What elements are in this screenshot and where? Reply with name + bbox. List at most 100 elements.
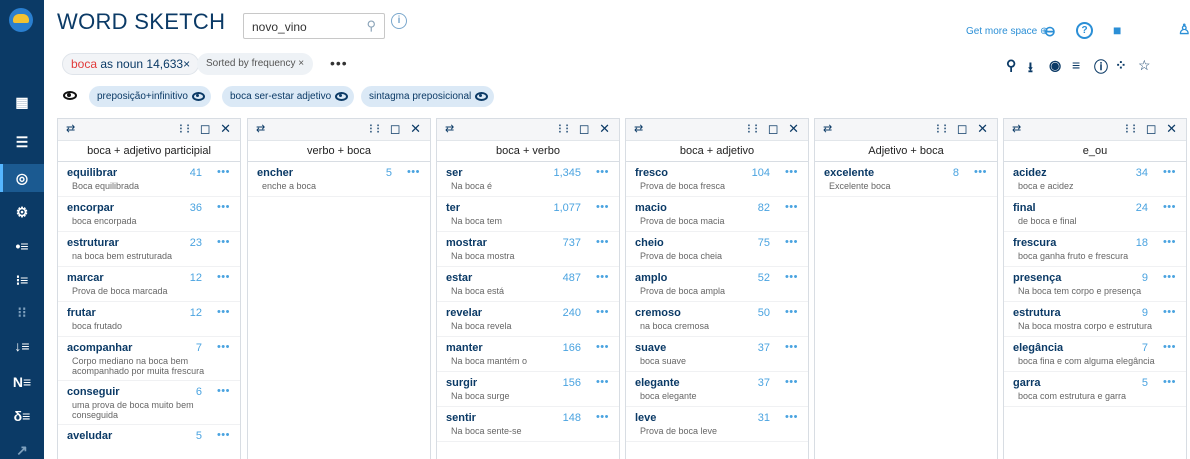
collocations-icon[interactable]: ↗ [0, 436, 44, 459]
help-icon[interactable]: ? [1076, 22, 1093, 39]
collocate-word[interactable]: elegante [635, 377, 680, 389]
frequency-count[interactable]: 75 [758, 237, 770, 249]
eye-icon[interactable] [335, 91, 349, 101]
row-more-button[interactable]: ••• [596, 236, 609, 248]
column-controls-icons[interactable]: ⁝⁝ ◻ ✕ [747, 121, 802, 137]
collocate-word[interactable]: acompanhar [67, 342, 132, 354]
user-icon[interactable]: ♙ [1178, 21, 1190, 38]
search-icon[interactable]: ⚲ [366, 18, 376, 34]
collocation-row[interactable]: acompanhar 7 ••• Corpo mediano na boca bem … [58, 337, 240, 381]
collocate-word[interactable]: leve [635, 412, 656, 424]
frequency-count[interactable]: 156 [563, 377, 581, 389]
visibility-toggle-icon[interactable] [63, 91, 77, 100]
collocation-row[interactable]: cremoso 50 ••• na boca cremosa [626, 302, 808, 337]
row-more-button[interactable]: ••• [785, 201, 798, 213]
collocation-row[interactable]: sentir 148 ••• Na boca sente-se [437, 407, 619, 442]
collocation-row[interactable]: encorpar 36 ••• boca encorpada [58, 197, 240, 232]
collocate-word[interactable]: equilibrar [67, 167, 117, 179]
collocation-row[interactable]: garra 5 ••• boca com estrutura e garra [1004, 372, 1186, 407]
collocation-row[interactable]: conseguir 6 ••• uma prova de boca muito bem… [58, 381, 240, 425]
collocate-word[interactable]: marcar [67, 272, 104, 284]
row-more-button[interactable]: ••• [785, 376, 798, 388]
swap-icon[interactable]: ⇄ [1012, 122, 1021, 135]
trends-icon[interactable]: δ≡ [0, 402, 44, 430]
row-more-button[interactable]: ••• [596, 306, 609, 318]
download-icon[interactable]: ⭳ [1028, 57, 1033, 81]
collocate-word[interactable]: ter [446, 202, 460, 214]
collocation-row[interactable]: amplo 52 ••• Prova de boca ampla [626, 267, 808, 302]
sort-chip[interactable]: Sorted by frequency × [197, 53, 314, 75]
collocation-row[interactable]: estrutura 9 ••• Na boca mostra corpo e estr… [1004, 302, 1186, 337]
filter-icon[interactable]: ≡ [1072, 57, 1080, 73]
cluster-icon[interactable]: ⁘ [1115, 57, 1127, 74]
row-more-button[interactable]: ••• [596, 411, 609, 423]
collocate-word[interactable]: presença [1013, 272, 1061, 284]
zoom-icon[interactable]: ⚲ [1006, 57, 1016, 74]
collocate-word[interactable]: frescura [1013, 237, 1056, 249]
collocation-row[interactable]: ser 1,345 ••• Na boca é [437, 162, 619, 197]
parallel-icon[interactable]: ⁝⁝ [0, 298, 44, 326]
frequency-count[interactable]: 8 [953, 167, 959, 179]
collocation-row[interactable]: suave 37 ••• boca suave [626, 337, 808, 372]
row-more-button[interactable]: ••• [1163, 271, 1176, 283]
thesaurus-icon[interactable]: ⚙ [0, 198, 44, 226]
collocate-word[interactable]: encorpar [67, 202, 114, 214]
eye-icon[interactable]: ◉ [1049, 57, 1061, 74]
frequency-count[interactable]: 104 [752, 167, 770, 179]
frequency-count[interactable]: 37 [758, 377, 770, 389]
collocate-word[interactable]: frutar [67, 307, 96, 319]
frequency-count[interactable]: 18 [1136, 237, 1148, 249]
collocation-row[interactable]: final 24 ••• de boca e final [1004, 197, 1186, 232]
filter-chip-sintagma-preposicional[interactable]: sintagma preposicional [361, 86, 495, 107]
collocation-row[interactable]: leve 31 ••• Prova de boca leve [626, 407, 808, 442]
dashboard-icon[interactable]: ▦ [0, 88, 44, 116]
collocate-word[interactable]: suave [635, 342, 666, 354]
frequency-count[interactable]: 7 [196, 342, 202, 354]
frequency-count[interactable]: 37 [758, 342, 770, 354]
swap-icon[interactable]: ⇄ [823, 122, 832, 135]
row-more-button[interactable]: ••• [217, 306, 230, 318]
collocate-word[interactable]: excelente [824, 167, 874, 179]
frequency-count[interactable]: 6 [196, 386, 202, 398]
collocation-row[interactable]: presença 9 ••• Na boca tem corpo e presença [1004, 267, 1186, 302]
collocation-row[interactable]: acidez 34 ••• boca e acidez [1004, 162, 1186, 197]
collocate-word[interactable]: conseguir [67, 386, 120, 398]
row-more-button[interactable]: ••• [1163, 306, 1176, 318]
info-icon[interactable]: ⓘ [1094, 57, 1108, 77]
collocation-row[interactable]: cheio 75 ••• Prova de boca cheia [626, 232, 808, 267]
column-controls-icons[interactable]: ⁝⁝ ◻ ✕ [369, 121, 424, 137]
row-more-button[interactable]: ••• [785, 166, 798, 178]
get-more-space-link[interactable]: Get more space ⊕ [966, 26, 1048, 37]
row-more-button[interactable]: ••• [596, 166, 609, 178]
collocate-word[interactable]: surgir [446, 377, 477, 389]
frequency-count[interactable]: 36 [190, 202, 202, 214]
collocation-row[interactable]: mostrar 737 ••• Na boca mostra [437, 232, 619, 267]
collocation-row[interactable]: fresco 104 ••• Prova de boca fresca [626, 162, 808, 197]
link-icon[interactable]: ⊖ [1044, 23, 1056, 40]
frequency-count[interactable]: 7 [1142, 342, 1148, 354]
swap-icon[interactable]: ⇄ [634, 122, 643, 135]
row-more-button[interactable]: ••• [785, 306, 798, 318]
collocation-row[interactable]: macio 82 ••• Prova de boca macia [626, 197, 808, 232]
frequency-count[interactable]: 5 [1142, 377, 1148, 389]
row-more-button[interactable]: ••• [785, 411, 798, 423]
row-more-button[interactable]: ••• [217, 271, 230, 283]
frequency-count[interactable]: 34 [1136, 167, 1148, 179]
collocation-row[interactable]: revelar 240 ••• Na boca revela [437, 302, 619, 337]
word-sketch-icon[interactable]: ◎ [0, 164, 44, 192]
frequency-count[interactable]: 1,345 [553, 167, 581, 179]
row-more-button[interactable]: ••• [1163, 236, 1176, 248]
row-more-button[interactable]: ••• [1163, 201, 1176, 213]
collocate-word[interactable]: manter [446, 342, 483, 354]
collocate-word[interactable]: estar [446, 272, 472, 284]
collocation-row[interactable]: marcar 12 ••• Prova de boca marcada [58, 267, 240, 302]
sort-chip-close[interactable]: × [298, 58, 304, 69]
filter-chip-preposicao-infinitivo[interactable]: preposição+infinitivo [89, 86, 211, 107]
swap-icon[interactable]: ⇄ [445, 122, 454, 135]
collocation-row[interactable]: excelente 8 ••• Excelente boca [815, 162, 997, 197]
query-chip-close[interactable]: × [183, 57, 190, 71]
collocate-word[interactable]: elegância [1013, 342, 1063, 354]
row-more-button[interactable]: ••• [596, 341, 609, 353]
row-more-button[interactable]: ••• [1163, 166, 1176, 178]
collocation-row[interactable]: ter 1,077 ••• Na boca tem [437, 197, 619, 232]
